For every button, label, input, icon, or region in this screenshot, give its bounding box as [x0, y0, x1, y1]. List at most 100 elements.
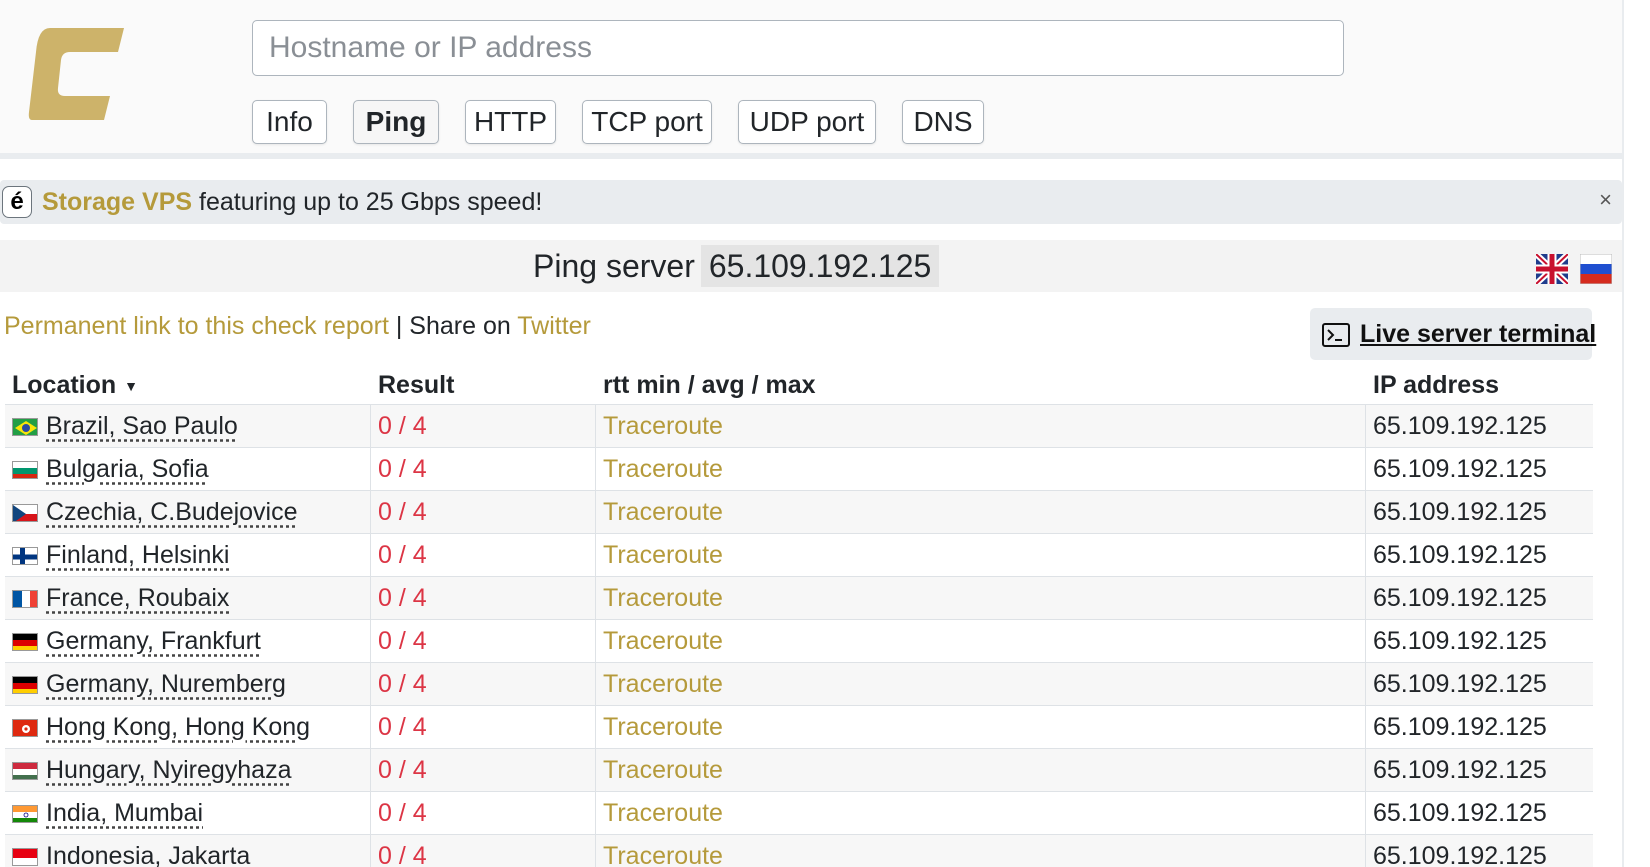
cz-flag-icon: [12, 504, 38, 523]
location-cell: Czechia, C.Budejovice: [5, 491, 371, 534]
location-name[interactable]: Bulgaria, Sofia: [46, 455, 209, 483]
table-header: Location ▼ Result rtt min / avg / max IP …: [5, 366, 1593, 404]
table-row: Czechia, C.Budejovice 0 / 4 Traceroute 65.1…: [5, 491, 1593, 534]
traceroute-link[interactable]: Traceroute: [596, 534, 1366, 577]
location-cell: Hungary, Nyiregyhaza: [5, 749, 371, 792]
header-rtt: rtt min / avg / max: [603, 371, 816, 399]
table-row: Bulgaria, Sofia 0 / 4 Traceroute 65.109.192…: [5, 448, 1593, 491]
bg-flag-icon: [12, 461, 38, 480]
header-location[interactable]: Location ▼: [12, 366, 138, 405]
result-cell: 0 / 4: [371, 534, 596, 577]
location-name[interactable]: Indonesia, Jakarta: [46, 842, 250, 867]
title-bar: Ping server 65.109.192.125: [0, 240, 1622, 292]
location-name[interactable]: France, Roubaix: [46, 584, 229, 612]
table-row: France, Roubaix 0 / 4 Traceroute 65.109.192…: [5, 577, 1593, 620]
tab-ping[interactable]: Ping: [353, 100, 439, 144]
tab-dns[interactable]: DNS: [902, 100, 984, 144]
location-name[interactable]: Hong Kong, Hong Kong: [46, 713, 310, 741]
location-name[interactable]: Germany, Nuremberg: [46, 670, 286, 698]
title-host: 65.109.192.125: [700, 245, 940, 287]
links-separator: |: [388, 312, 410, 340]
banner-text[interactable]: Storage VPS featuring up to 25 Gbps spee…: [42, 180, 542, 224]
hk-flag-icon: [12, 719, 38, 738]
close-icon[interactable]: ×: [1599, 178, 1612, 222]
live-terminal-label: Live server terminal: [1360, 320, 1597, 348]
ip-cell: 65.109.192.125: [1373, 842, 1547, 867]
tab-http[interactable]: HTTP: [465, 100, 556, 144]
banner-logo: é: [2, 186, 32, 218]
table-row: Germany, Frankfurt 0 / 4 Traceroute 65.109.…: [5, 620, 1593, 663]
result-cell: 0 / 4: [371, 448, 596, 491]
russian-flag-icon[interactable]: [1580, 254, 1612, 284]
location-name[interactable]: Finland, Helsinki: [46, 541, 229, 569]
traceroute-link[interactable]: Traceroute: [596, 663, 1366, 706]
ip-cell: 65.109.192.125: [1373, 412, 1547, 440]
ip-cell: 65.109.192.125: [1373, 627, 1547, 655]
id-flag-icon: [12, 848, 38, 867]
promo-banner[interactable]: é Storage VPS featuring up to 25 Gbps sp…: [0, 180, 1622, 224]
traceroute-link[interactable]: Traceroute: [596, 706, 1366, 749]
traceroute-link[interactable]: Traceroute: [596, 448, 1366, 491]
result-cell: 0 / 4: [371, 577, 596, 620]
in-flag-icon: [12, 805, 38, 824]
title-prefix: Ping server: [533, 248, 695, 284]
permanent-link[interactable]: Permanent link to this check report: [4, 312, 389, 340]
sort-down-icon[interactable]: ▼: [124, 378, 138, 394]
de-flag-icon: [12, 633, 38, 652]
location-name[interactable]: Germany, Frankfurt: [46, 627, 261, 655]
location-cell: India, Mumbai: [5, 792, 371, 835]
table-row: Germany, Nuremberg 0 / 4 Traceroute 65.109.…: [5, 663, 1593, 706]
location-cell: Finland, Helsinki: [5, 534, 371, 577]
traceroute-link[interactable]: Traceroute: [596, 405, 1366, 448]
result-cell: 0 / 4: [371, 792, 596, 835]
location-name[interactable]: Brazil, Sao Paulo: [46, 412, 238, 440]
page-title: Ping server 65.109.192.125: [533, 240, 940, 292]
fr-flag-icon: [12, 590, 38, 609]
ip-cell: 65.109.192.125: [1373, 670, 1547, 698]
result-cell: 0 / 4: [371, 749, 596, 792]
table-row: Hungary, Nyiregyhaza 0 / 4 Traceroute 65.10…: [5, 749, 1593, 792]
tab-info[interactable]: Info: [252, 100, 327, 144]
traceroute-link[interactable]: Traceroute: [596, 749, 1366, 792]
location-name[interactable]: India, Mumbai: [46, 799, 203, 827]
header: Info Ping HTTP TCP port UDP port DNS: [0, 0, 1622, 159]
page: Info Ping HTTP TCP port UDP port DNS é S…: [0, 0, 1622, 867]
ip-cell: 65.109.192.125: [1373, 756, 1547, 784]
location-cell: Germany, Frankfurt: [5, 620, 371, 663]
table-row: Finland, Helsinki 0 / 4 Traceroute 65.109.1…: [5, 534, 1593, 577]
tab-tcp-port[interactable]: TCP port: [582, 100, 712, 144]
ip-cell: 65.109.192.125: [1373, 713, 1547, 741]
location-cell: Brazil, Sao Paulo: [5, 405, 371, 448]
header-location-label: Location: [12, 371, 117, 399]
hu-flag-icon: [12, 762, 38, 781]
english-flag-icon[interactable]: [1536, 254, 1568, 284]
br-flag-icon: [12, 418, 38, 437]
terminal-icon: [1322, 323, 1350, 348]
live-terminal-button[interactable]: Live server terminal: [1310, 308, 1596, 360]
traceroute-link[interactable]: Traceroute: [596, 491, 1366, 534]
share-on-label: Share on: [409, 312, 518, 340]
table-body: Brazil, Sao Paulo 0 / 4 Traceroute 65.109.1…: [5, 404, 1593, 867]
traceroute-link[interactable]: Traceroute: [596, 835, 1366, 867]
table-row: Brazil, Sao Paulo 0 / 4 Traceroute 65.109.1…: [5, 405, 1593, 448]
search-input[interactable]: [252, 20, 1344, 76]
traceroute-link[interactable]: Traceroute: [596, 792, 1366, 835]
traceroute-link[interactable]: Traceroute: [596, 577, 1366, 620]
logo-icon[interactable]: [28, 26, 132, 122]
location-cell: Germany, Nuremberg: [5, 663, 371, 706]
table-row: Hong Kong, Hong Kong 0 / 4 Traceroute 65.10…: [5, 706, 1593, 749]
location-name[interactable]: Hungary, Nyiregyhaza: [46, 756, 291, 784]
result-cell: 0 / 4: [371, 835, 596, 867]
tab-udp-port[interactable]: UDP port: [738, 100, 876, 144]
twitter-link[interactable]: Twitter: [517, 312, 591, 340]
traceroute-link[interactable]: Traceroute: [596, 620, 1366, 663]
ip-cell: 65.109.192.125: [1373, 455, 1547, 483]
location-name[interactable]: Czechia, C.Budejovice: [46, 498, 298, 526]
location-cell: France, Roubaix: [5, 577, 371, 620]
de-flag-icon: [12, 676, 38, 695]
banner-brand[interactable]: Storage VPS: [42, 188, 192, 216]
table-row: Indonesia, Jakarta 0 / 4 Traceroute 65.109.…: [5, 835, 1593, 867]
table-row: India, Mumbai 0 / 4 Traceroute 65.109.192.1…: [5, 792, 1593, 835]
location-cell: Bulgaria, Sofia: [5, 448, 371, 491]
scroll-edge: [1622, 0, 1624, 867]
